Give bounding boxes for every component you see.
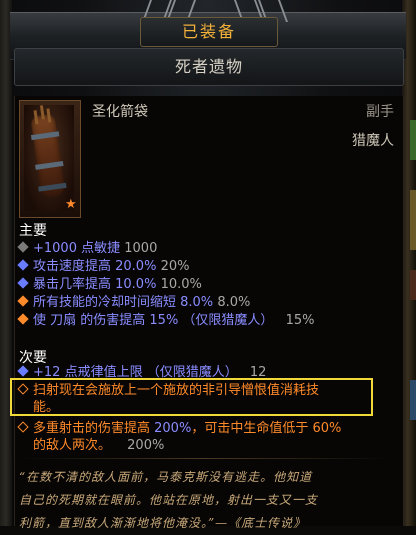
star-icon: ★ [65,197,77,212]
item-name: 死者遗物 [174,57,243,76]
stat-attack-speed: 攻击速度提高 20.0% 20% [17,258,189,275]
legendary-affix-strafe: 扫射现在会施放上一个施放的非引导憎恨值消耗技 [17,382,319,399]
legendary-affix-multishot: 多重射击的伤害提高 200%，可击中生命值低于 60% [17,420,341,437]
stat-fan-of-knives: 使 刀扇 的伤害提高 15% （仅限猎魔人） 15% [17,312,314,329]
stat-dexterity: +1000 点敏捷 1000 [17,240,157,257]
bullet-icon [17,383,29,395]
stat-crit-chance: 暴击几率提高 10.0% 10.0% [17,276,202,293]
item-slot: 副手 [366,104,394,120]
equipped-tab[interactable]: 已装备 [140,17,278,47]
bullet-icon [17,259,29,271]
bullet-icon [17,277,29,289]
bullet-icon [17,365,29,377]
bullet-icon [17,295,29,307]
item-type: 圣化箭袋 [92,104,148,120]
class-requirement: 猎魔人 [352,133,394,149]
stat-cooldown: 所有技能的冷却时间缩短 8.0% 8.0% [17,294,250,311]
legendary-affix-multishot-line2: 的敌人两次。 200% [33,438,165,453]
bullet-icon [17,241,29,253]
left-border [0,0,12,526]
flavor-text: “在数不清的敌人面前，马泰克斯没有逃走。他知道 自己的死期就在眼前。他站在原地，… [19,470,319,530]
item-name-bar: 死者遗物 [14,48,404,86]
quiver-icon [24,105,74,211]
bullet-icon [17,313,29,325]
divider [19,458,391,459]
right-border [402,0,416,526]
primary-title: 主要 [19,223,47,239]
bullet-icon [17,421,29,433]
item-icon-frame: ★ [19,100,81,218]
legendary-affix-strafe-line2: 能。 [33,400,60,415]
